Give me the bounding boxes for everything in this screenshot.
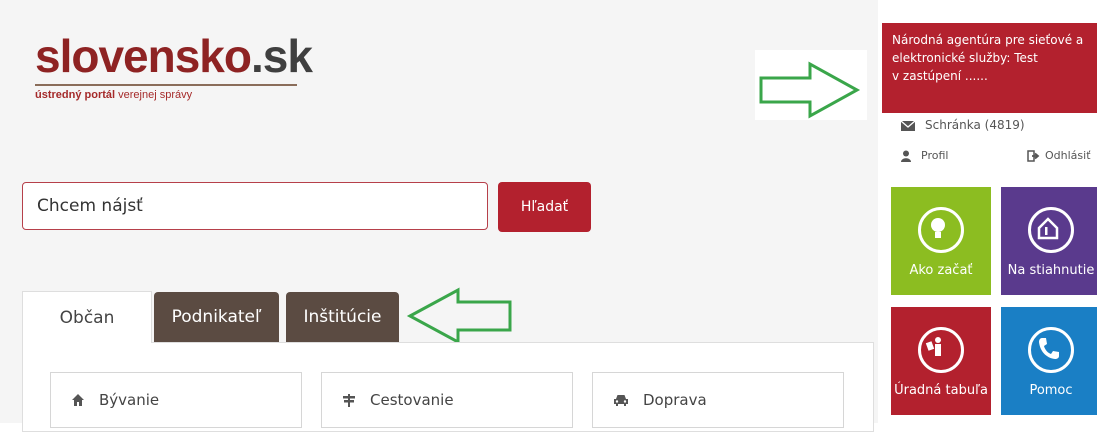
phone-icon (1028, 327, 1074, 373)
user-name-line: elektronické služby: Test (892, 51, 1038, 65)
car-icon (614, 395, 628, 406)
search-input[interactable] (22, 182, 488, 230)
inbox-count: (4819) (984, 118, 1025, 132)
annotation-arrow-left-icon (406, 287, 512, 345)
tile-label: Ako začať (909, 263, 973, 278)
tile-label: Úradná tabuľa (894, 383, 988, 398)
tile-label: Pomoc (1029, 383, 1073, 398)
tab-institucie[interactable]: Inštitúcie (286, 292, 399, 342)
tab-label: Inštitúcie (303, 307, 382, 327)
official-board-icon (918, 327, 964, 373)
user-identity-box[interactable]: Národná agentúra pre sieťové a elektroni… (882, 23, 1097, 113)
search-button[interactable]: Hľadať (498, 182, 591, 232)
sign-out-icon (1027, 149, 1040, 162)
category-label: Bývanie (99, 391, 160, 409)
logo-wordmark: slovensko.sk (35, 30, 313, 82)
house-info-icon (1028, 207, 1074, 253)
user-name-line: v zastúpení ...... (892, 69, 988, 83)
category-doprava[interactable]: Doprava (592, 372, 844, 428)
tab-label: Občan (59, 307, 115, 328)
tab-podnikatel[interactable]: Podnikateľ (154, 292, 279, 342)
tile-label: Na stiahnutie (1007, 263, 1095, 278)
signpost-icon (343, 394, 355, 407)
category-cestovanie[interactable]: Cestovanie (321, 372, 573, 428)
logout-label: Odhlásiť (1045, 149, 1091, 162)
tile-uradna-tabula[interactable]: Úradná tabuľa (891, 307, 991, 415)
logout-link[interactable]: Odhlásiť (1027, 149, 1091, 162)
tile-pomoc[interactable]: Pomoc (1001, 307, 1097, 415)
profile-label: Profil (921, 149, 949, 162)
user-icon (901, 150, 911, 162)
logo-tagline: ústredný portál verejnej správy (35, 89, 193, 101)
lightbulb-icon (918, 207, 964, 253)
annotation-arrow-right-icon (759, 61, 861, 119)
tile-ako-zacat[interactable]: Ako začať (891, 187, 991, 295)
tab-label: Podnikateľ (171, 307, 262, 327)
annotation-arrow-box (755, 50, 867, 120)
tile-na-stiahnutie[interactable]: Na stiahnutie (1001, 187, 1097, 295)
envelope-icon (900, 120, 916, 131)
user-name-line: Národná agentúra pre sieťové a (892, 33, 1084, 47)
home-icon (72, 394, 84, 406)
tab-obcan[interactable]: Občan (22, 291, 152, 343)
category-label: Doprava (643, 391, 707, 409)
inbox-label: Schránka (925, 118, 981, 132)
category-label: Cestovanie (370, 391, 454, 409)
category-byvanie[interactable]: Bývanie (50, 372, 302, 428)
logo-underline (35, 84, 297, 86)
profile-link[interactable]: Profil (900, 149, 948, 162)
inbox-link[interactable]: Schránka (4819) (900, 118, 1025, 132)
site-logo[interactable]: slovensko.sk ústredný portál verejnej sp… (35, 30, 313, 101)
